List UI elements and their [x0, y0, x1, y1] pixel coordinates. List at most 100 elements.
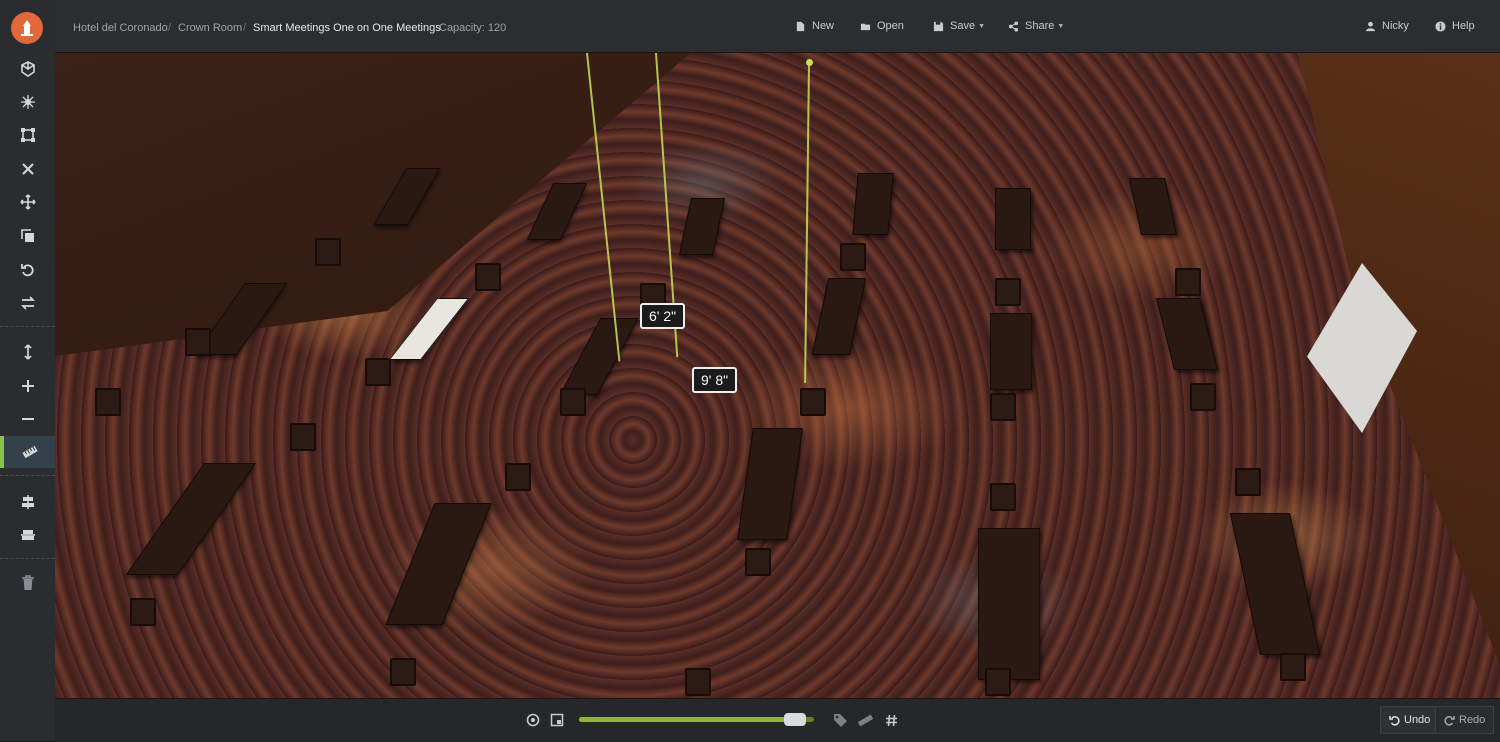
ruler-icon — [857, 714, 873, 726]
labels-toggle-button[interactable] — [832, 712, 848, 728]
user-menu[interactable]: Nicky — [1365, 0, 1409, 52]
save-dropdown[interactable]: Save ▼ — [933, 0, 985, 52]
undo-icon — [1389, 715, 1400, 726]
info-icon — [1435, 20, 1446, 32]
open-button-label: Open — [877, 20, 904, 32]
duplicate-tool-button[interactable] — [0, 220, 55, 252]
chair[interactable] — [1280, 653, 1306, 681]
floorplan-view-button[interactable] — [549, 712, 565, 728]
vertical-resize-icon — [23, 344, 32, 360]
meeting-table[interactable] — [559, 318, 639, 395]
chair[interactable] — [290, 423, 316, 451]
chair[interactable] — [985, 668, 1011, 696]
vertical-resize-tool-button[interactable] — [0, 336, 55, 368]
rotate-tool-button[interactable] — [0, 254, 55, 286]
measurement-label-depth[interactable]: 6' 2" — [640, 303, 686, 329]
chair[interactable] — [800, 388, 826, 416]
close-icon — [21, 163, 34, 175]
zoom-slider[interactable] — [579, 713, 814, 726]
undo-button[interactable]: Undo — [1380, 706, 1440, 734]
zoom-slider-handle[interactable] — [784, 713, 807, 726]
bounding-box-tool-button[interactable] — [0, 119, 55, 151]
chair[interactable] — [1175, 268, 1201, 296]
measurement-label-width[interactable]: 9' 8" — [692, 367, 738, 393]
align-center-tool-button[interactable] — [0, 486, 55, 518]
meeting-table[interactable] — [388, 298, 470, 360]
share-dropdown[interactable]: Share ▼ — [1008, 0, 1064, 52]
chair[interactable] — [995, 278, 1021, 306]
target-icon — [526, 713, 540, 727]
chair[interactable] — [990, 483, 1016, 511]
new-button[interactable]: New — [795, 0, 834, 52]
chair[interactable] — [95, 388, 121, 416]
redo-label: Redo — [1459, 714, 1486, 726]
breadcrumb-venue[interactable]: Hotel del Coronado — [73, 0, 168, 52]
help-button[interactable]: Help — [1435, 0, 1475, 52]
chair[interactable] — [685, 668, 711, 696]
delete-tool-button[interactable] — [0, 567, 55, 599]
duplicate-icon — [20, 229, 34, 242]
deselect-tool-button[interactable] — [0, 153, 55, 185]
rotate-icon — [20, 264, 34, 277]
tool-sidebar — [0, 0, 56, 741]
open-button[interactable]: Open — [860, 0, 904, 52]
meeting-table[interactable] — [1156, 298, 1218, 370]
redo-button[interactable]: Redo — [1435, 706, 1495, 734]
meeting-table[interactable] — [990, 313, 1032, 390]
swap-tool-button[interactable] — [0, 287, 55, 319]
chair[interactable] — [130, 598, 156, 626]
chair[interactable] — [475, 263, 501, 291]
remove-tool-button[interactable] — [0, 403, 55, 435]
measure-handle[interactable] — [806, 59, 813, 66]
sidebar-divider — [0, 558, 55, 559]
breadcrumb-room[interactable]: Crown Room — [178, 0, 242, 52]
chair[interactable] — [1190, 383, 1216, 411]
chair[interactable] — [185, 328, 211, 356]
breadcrumb-separator: / — [168, 22, 172, 34]
meeting-table[interactable] — [678, 198, 726, 255]
select-all-tool-button[interactable] — [0, 86, 55, 118]
meeting-table[interactable] — [978, 528, 1040, 680]
ruler-icon — [21, 445, 38, 459]
chair[interactable] — [315, 238, 341, 266]
chair[interactable] — [505, 463, 531, 491]
swap-icon — [20, 296, 35, 310]
view-3d-button[interactable] — [525, 712, 541, 728]
chair[interactable] — [840, 243, 866, 271]
chair[interactable] — [560, 388, 586, 416]
folder-open-icon — [860, 23, 871, 30]
chair[interactable] — [365, 358, 391, 386]
meeting-table[interactable] — [737, 428, 803, 540]
asterisk-icon — [20, 95, 35, 109]
measure-tool-button[interactable] — [0, 436, 55, 468]
meeting-table[interactable] — [385, 503, 492, 625]
breadcrumb-layout: Smart Meetings One on One Meetings — [253, 22, 441, 34]
chair[interactable] — [390, 658, 416, 686]
sidebar-divider — [0, 326, 55, 327]
move-icon — [19, 194, 36, 210]
meeting-table[interactable] — [125, 463, 257, 575]
add-tool-button[interactable] — [0, 370, 55, 402]
room-3d-viewport[interactable]: 6' 2" 9' 8" — [55, 53, 1500, 698]
meeting-table[interactable] — [811, 278, 867, 355]
meeting-table[interactable] — [526, 183, 588, 240]
app-logo[interactable] — [11, 12, 43, 44]
zoom-slider-fill — [579, 717, 796, 722]
meeting-table[interactable] — [1128, 178, 1178, 235]
chair[interactable] — [1235, 468, 1261, 496]
grid-toggle-button[interactable] — [883, 712, 899, 728]
chair[interactable] — [745, 548, 771, 576]
measure-guide-line — [804, 62, 810, 383]
save-button-label: Save — [950, 20, 976, 32]
cube-tool-button[interactable] — [0, 53, 55, 85]
chair[interactable] — [990, 393, 1016, 421]
ruler-toggle-button[interactable] — [857, 712, 873, 728]
meeting-table[interactable] — [995, 188, 1031, 250]
meeting-table[interactable] — [1229, 513, 1321, 655]
capacity-label: Capacity: 120 — [439, 22, 507, 34]
minus-icon — [21, 418, 34, 420]
cube-icon — [20, 61, 35, 77]
align-middle-tool-button[interactable] — [0, 519, 55, 551]
move-tool-button[interactable] — [0, 186, 55, 218]
meeting-table[interactable] — [852, 173, 894, 235]
